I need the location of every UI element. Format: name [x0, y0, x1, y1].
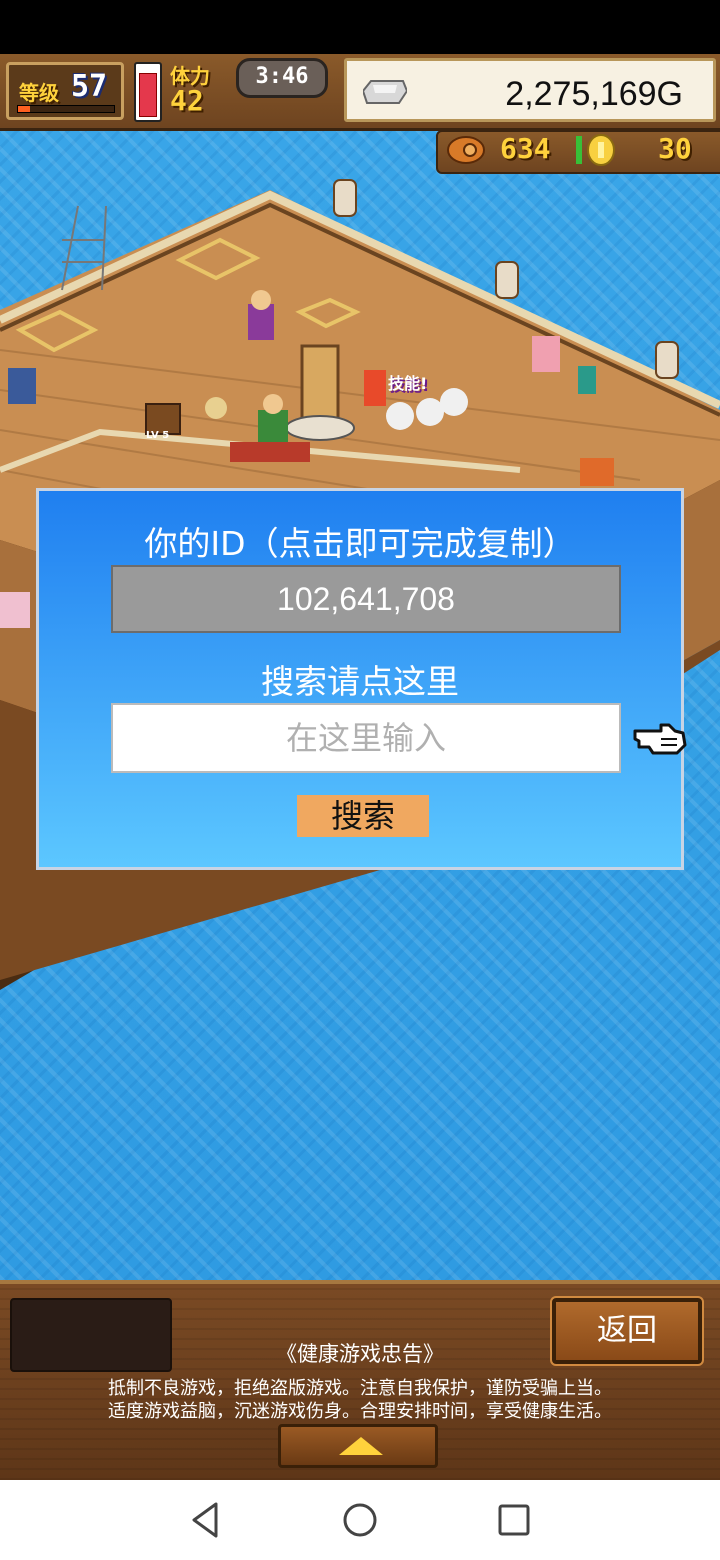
health-notice-line-2: 适度游戏益脑，沉迷游戏伤身。合理安排时间，享受健康生活。 [108, 1401, 612, 1422]
stamina-bar [134, 62, 162, 122]
system-nav-bar [0, 1480, 720, 1560]
silver-ingot-icon [363, 80, 407, 104]
experience-bar [17, 105, 115, 113]
expand-menu-button[interactable] [278, 1424, 438, 1468]
level-panel: 等级 57 [6, 62, 124, 120]
gold-panel: 2,275,169G [344, 58, 716, 122]
search-input[interactable]: 在这里输入 [111, 703, 621, 773]
player-id-dialog: 你的ID（点击即可完成复制） 102,641,708 搜索请点这里 在这里输入 … [36, 488, 687, 870]
chest-level-label: LV 5 [146, 430, 170, 441]
level-label: 等级 [19, 81, 59, 105]
wood-icon [447, 136, 485, 164]
pointing-hand-icon [633, 723, 687, 755]
coin-icon [587, 134, 615, 166]
nav-home-icon[interactable] [340, 1500, 380, 1540]
player-id-field[interactable]: 102,641,708 [111, 565, 621, 633]
search-button[interactable]: 搜索 [297, 795, 429, 837]
gold-value: 2,275,169G [505, 75, 683, 113]
status-bar [0, 0, 720, 54]
stamina-value: 42 [170, 84, 204, 117]
stamina-timer: 3:46 [236, 58, 328, 98]
search-prompt: 搜索请点这里 [261, 662, 459, 701]
nav-recent-apps-icon[interactable] [494, 1500, 534, 1540]
resource-divider [576, 136, 582, 164]
arrow-up-icon [339, 1437, 383, 1455]
health-notice-title: 《健康游戏忠告》 [276, 1342, 444, 1366]
coin-value: 30 [658, 132, 692, 165]
nav-back-icon[interactable] [186, 1500, 226, 1540]
level-value: 57 [71, 69, 108, 104]
dialog-title: 你的ID（点击即可完成复制） [144, 524, 576, 563]
skill-popup-label: 技能! [388, 374, 428, 393]
wood-value: 634 [500, 132, 551, 165]
